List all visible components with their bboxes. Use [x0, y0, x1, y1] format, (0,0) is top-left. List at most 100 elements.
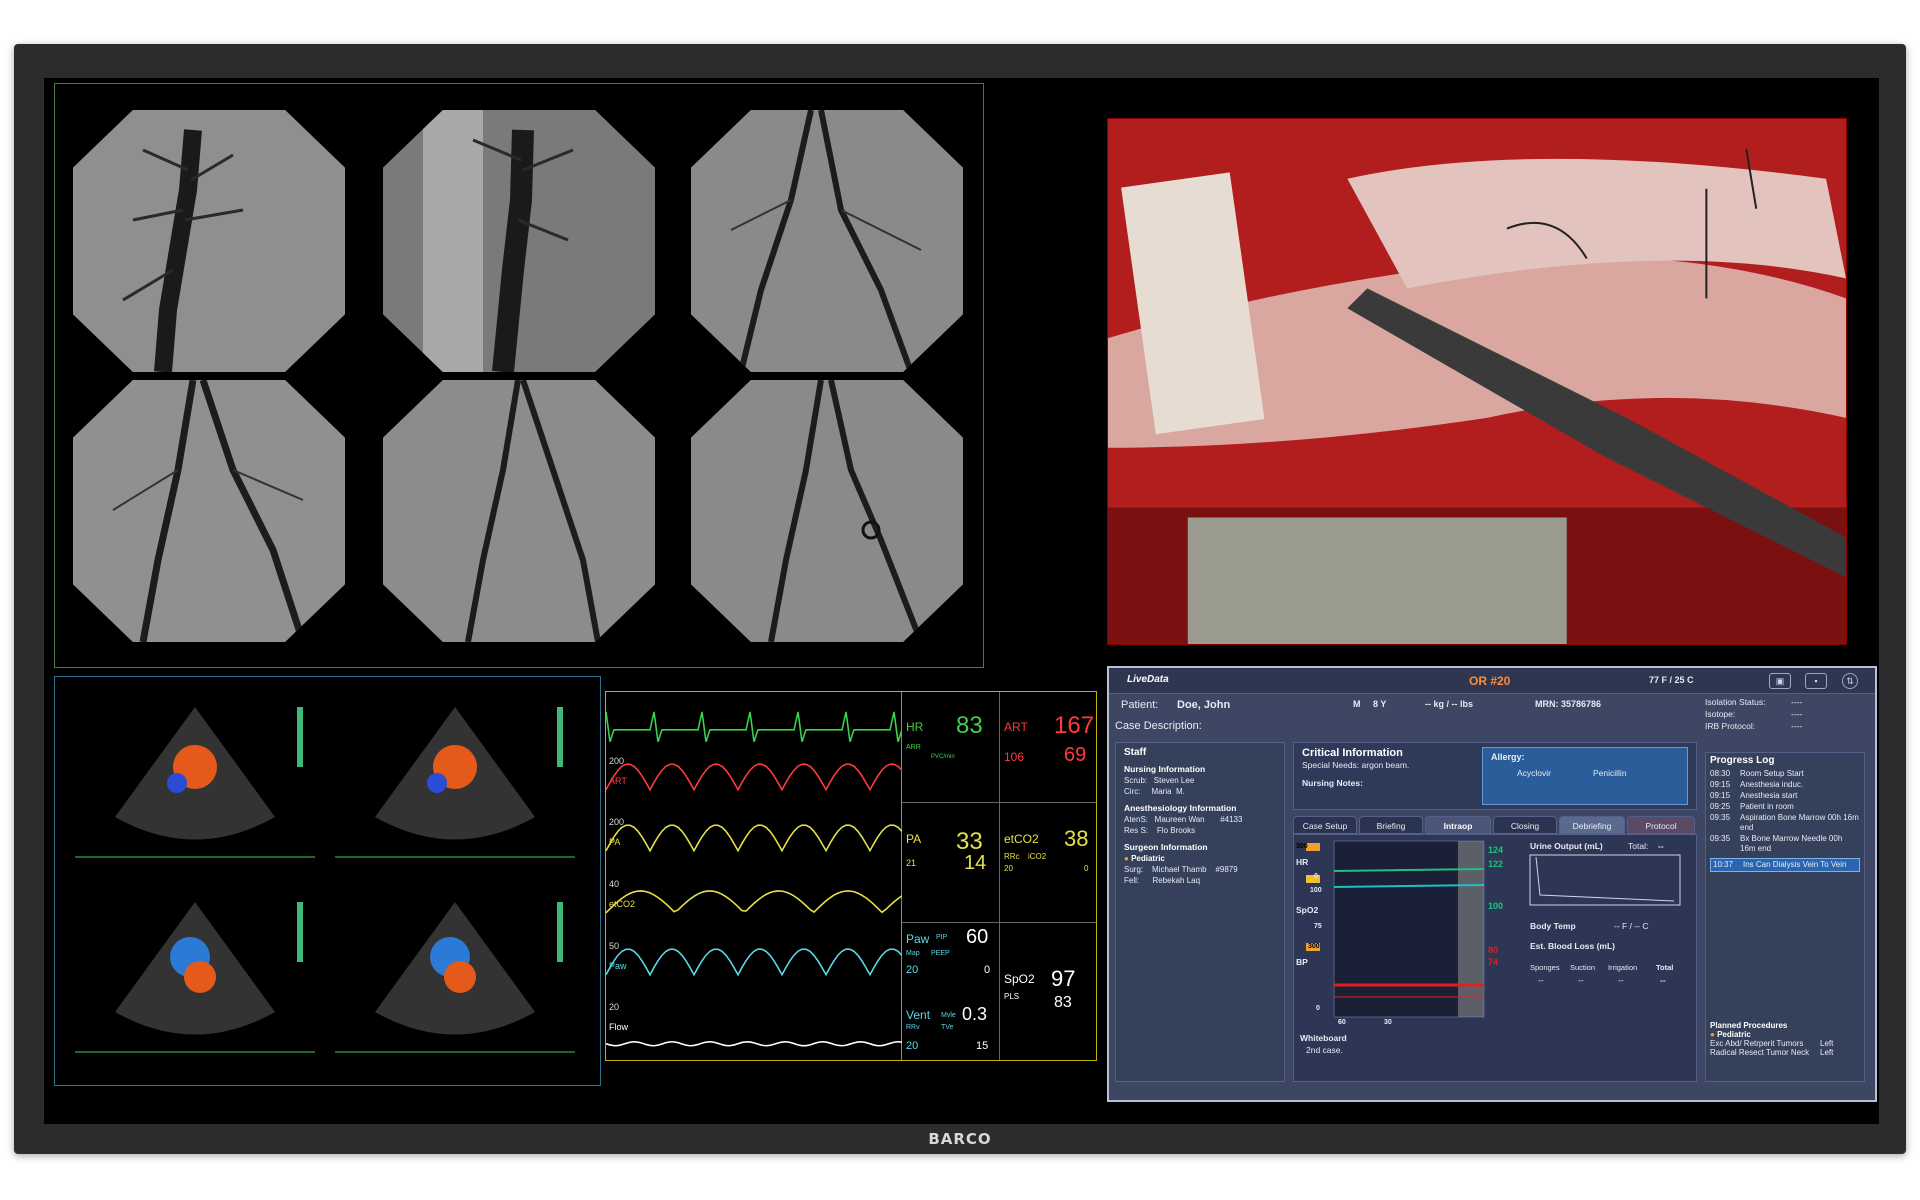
angio-image-3[interactable] [691, 110, 963, 372]
echo-view-3[interactable] [65, 882, 325, 1072]
intraop-bp-label: BP [1296, 957, 1308, 967]
progress-event: Patient in room [1740, 802, 1794, 811]
angiography-panel[interactable] [54, 83, 984, 668]
x-tick-30: 30 [1384, 1019, 1392, 1026]
progress-log-highlight[interactable]: 10:37 Ins Can Dialysis Vein To Vein [1710, 858, 1860, 872]
vent-mv: 0.3 [962, 1004, 988, 1024]
patient-label: Patient: [1121, 699, 1159, 711]
planned-title: Planned Procedures [1710, 1021, 1788, 1030]
procedure-name: Exc Abd/ Retrperit Tumors [1710, 1039, 1804, 1048]
ebl-val-irrigation: -- [1618, 975, 1624, 985]
progress-time: 09:25 [1710, 802, 1731, 811]
spo2-scale-75: 75 [1314, 923, 1322, 930]
camera-icon[interactable]: ▣ [1769, 673, 1791, 689]
urine-total-value: -- [1658, 841, 1664, 851]
urine-output-label: Urine Output (mL) [1530, 841, 1603, 851]
paw-pip: 60 [966, 926, 989, 948]
vent-rrv-label: RRv [906, 1024, 920, 1031]
isotope-label: Isotope: [1705, 709, 1736, 719]
progress-log-item[interactable]: 09:15 Anesthesia induc. [1710, 780, 1860, 790]
paw-map: 20 [906, 964, 919, 976]
etco2-rr: 20 [1004, 864, 1013, 873]
waveform-etco2: 40 etCO2 [606, 877, 902, 939]
progress-event: Ins Can Dialysis Vein To Vein [1743, 860, 1847, 869]
progress-time: 09:35 [1710, 834, 1731, 843]
isotope-value: ---- [1791, 709, 1803, 719]
tab-protocol[interactable]: Protocol [1627, 816, 1695, 834]
echo-view-4[interactable] [325, 882, 585, 1072]
tab-closing[interactable]: Closing [1493, 816, 1557, 834]
echocardiography-panel[interactable] [54, 676, 601, 1086]
tab-briefing[interactable]: Briefing [1359, 816, 1423, 834]
intraop-hr-label: HR [1296, 857, 1309, 867]
echo-view-1[interactable] [65, 687, 325, 877]
x-tick-60: 60 [1338, 1019, 1346, 1026]
progress-event: Anesthesia induc. [1740, 780, 1804, 789]
progress-log-item[interactable]: 09:25 Patient in room [1710, 802, 1860, 812]
planned-pediatric-label: Pediatric [1717, 1030, 1751, 1039]
waveform-scale: 20 [609, 1002, 620, 1013]
spo2-label: SpO2 [1004, 972, 1035, 986]
progress-time: 10:37 [1713, 860, 1734, 869]
waveform-pa: 200 PA [606, 815, 902, 877]
nursing-notes: Nursing Notes: [1302, 778, 1363, 788]
progress-log-item[interactable]: 09:35 Bx Bone Marrow Needle 00h 16m end [1710, 834, 1860, 854]
angio-image-2[interactable] [383, 110, 655, 372]
progress-event: Aspiration Bone Marrow 00h 16m end [1740, 813, 1859, 832]
bp-value-2: 74 [1488, 957, 1499, 967]
waveform-label: ART [609, 775, 627, 786]
angio-image-5[interactable] [383, 380, 655, 642]
waveform-label: etCO2 [609, 899, 636, 909]
planned-procedure-item[interactable]: Exc Abd/ Retrperit Tumors Left [1710, 1039, 1833, 1048]
vital-signs-monitor: 200 ART 200 PA 40 etCO2 50 Paw 20 Flow HR 83 ARR … [605, 691, 1097, 1061]
pa-diastolic: 14 [964, 852, 987, 874]
spo2-scale-100: 100 [1310, 887, 1322, 894]
tab-intraop[interactable]: Intraop [1425, 816, 1491, 834]
bp-scale-zero: 0 [1316, 1005, 1320, 1012]
vent-tv: 15 [976, 1040, 989, 1052]
irb-value: ---- [1791, 721, 1803, 731]
angio-image-6[interactable] [691, 380, 963, 642]
waveform-label: Paw [609, 960, 627, 971]
pediatric-label: Pediatric [1131, 854, 1165, 863]
angio-image-4[interactable] [73, 380, 345, 642]
art-mean: 106 [1004, 750, 1025, 764]
etco2-label: etCO2 [1004, 832, 1039, 846]
progress-event: Room Setup Start [1740, 769, 1804, 778]
planned-procedures: Planned Procedures ● Pediatric Exc Abd/ … [1710, 1021, 1833, 1057]
ebl-val-sponges: -- [1538, 975, 1544, 985]
hr-value-1: 124 [1488, 845, 1504, 855]
isolation-status: Isolation Status: ---- Isotope: ---- IRB… [1705, 696, 1865, 746]
pa-mean: 21 [906, 858, 917, 868]
anesthesiology-heading: Anesthesiology Information [1124, 803, 1237, 813]
scroll-icon[interactable]: ⇅ [1842, 673, 1858, 689]
case-description: Case Description: [1115, 720, 1202, 732]
video-icon[interactable]: ▪ [1805, 673, 1827, 689]
waveform-column: 200 ART 200 PA 40 etCO2 50 Paw 20 Flow [606, 692, 902, 1060]
nursing-row: Scrub: Steven Lee [1124, 776, 1195, 785]
spo2-value: 100 [1488, 901, 1504, 911]
progress-log-item[interactable]: 08:30 Room Setup Start [1710, 769, 1860, 779]
hr-value-2: 122 [1488, 859, 1504, 869]
progress-log-item[interactable]: 09:15 Anesthesia start [1710, 791, 1860, 801]
nursing-info-heading: Nursing Information [1124, 764, 1206, 774]
surgical-video-feed[interactable] [1107, 118, 1847, 645]
angio-image-1[interactable] [73, 110, 345, 372]
surgeon-row: Surg: Michael Thamb #9879 [1124, 865, 1238, 874]
vitals-divider [999, 692, 1000, 1060]
hr-scale-top: 300 [1296, 843, 1308, 850]
ebl-col-total: Total [1656, 963, 1674, 972]
planned-procedure-item[interactable]: Radical Resect Tumor Neck Left [1710, 1048, 1833, 1057]
or-dashboard: LiveData OR #20 77 F / 25 C ▣ ▪ ⇅ Patien… [1107, 666, 1877, 1102]
tab-case-setup[interactable]: Case Setup [1293, 816, 1357, 834]
or-number: OR #20 [1469, 674, 1511, 688]
hr-pvc-label: PVC/min [931, 754, 955, 760]
pediatric-dot-icon: ● [1124, 854, 1129, 863]
progress-log-item[interactable]: 09:35 Aspiration Bone Marrow 00h 16m end [1710, 813, 1860, 833]
tab-debriefing[interactable]: Debriefing [1559, 816, 1625, 834]
body-temp-label: Body Temp [1530, 921, 1576, 931]
paw-pip-label: PIP [936, 934, 948, 941]
etco2-rrc-label: RRc [1004, 852, 1020, 861]
echo-view-2[interactable] [325, 687, 585, 877]
patient-weight: -- kg / -- lbs [1425, 699, 1473, 709]
